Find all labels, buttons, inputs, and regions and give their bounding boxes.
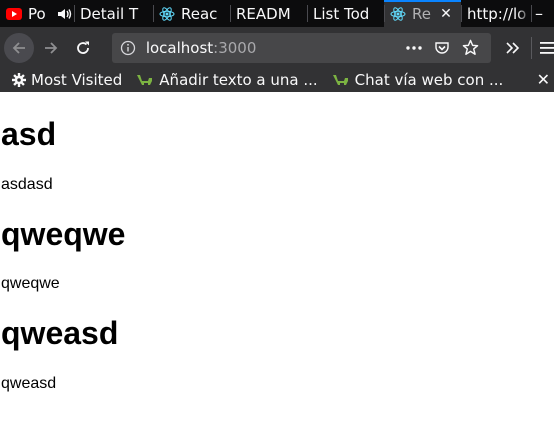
info-icon[interactable]: [120, 40, 136, 56]
react-icon: [390, 6, 406, 22]
url-host: localhost: [145, 38, 214, 57]
youtube-icon: [6, 6, 22, 22]
bookmark-most-visited[interactable]: Most Visited: [12, 71, 122, 89]
tab-label: Re: [412, 4, 431, 23]
tab-readme[interactable]: READM: [230, 0, 307, 27]
tab-react-active[interactable]: Re ✕: [384, 0, 461, 27]
url-bar[interactable]: localhost:3000: [111, 32, 491, 63]
speaker-icon[interactable]: [58, 8, 72, 20]
post-body: asdasd: [1, 176, 53, 193]
tab-youtube[interactable]: Po: [0, 0, 74, 27]
hamburger-menu-icon[interactable]: [540, 41, 554, 55]
url-port: :3000: [213, 38, 257, 57]
overflow-chevron-icon[interactable]: [505, 41, 521, 55]
tab-react[interactable]: Reac: [153, 0, 230, 27]
post-body: qweqwe: [1, 275, 60, 292]
bookmark-label: Añadir texto a una ...: [159, 71, 318, 89]
react-icon: [159, 6, 175, 22]
page-actions-icon[interactable]: [406, 45, 422, 50]
post-title: asd: [1, 116, 57, 152]
post-title: qweasd: [1, 315, 119, 351]
gear-icon: [12, 73, 26, 87]
navigation-toolbar: localhost:3000: [0, 27, 554, 68]
dino-icon: [136, 73, 154, 87]
bookmarks-toolbar: Most Visited Añadir texto a una ... Chat…: [0, 68, 554, 92]
post-title: qweqwe: [1, 216, 126, 252]
back-button[interactable]: [4, 32, 34, 63]
star-icon[interactable]: [462, 39, 479, 56]
chevron-more-icon[interactable]: ✕: [537, 70, 550, 89]
tab-strip: Po Detail T Reac READM List Tod Re ✕ htt…: [0, 0, 554, 27]
forward-button[interactable]: [36, 33, 66, 63]
tab-overflow[interactable]: –: [531, 0, 551, 27]
tab-http-localhost[interactable]: http://lo: [461, 0, 531, 27]
close-icon[interactable]: ✕: [437, 6, 455, 22]
bookmark-label: Most Visited: [31, 71, 123, 89]
arrow-right-icon: [44, 41, 58, 54]
bookmark-label: Chat vía web con ...: [354, 71, 504, 89]
arrow-left-icon: [12, 41, 25, 54]
new-tab-icon[interactable]: –: [535, 4, 543, 23]
post-body: qweasd: [1, 375, 57, 392]
bookmark-anadir-texto[interactable]: Añadir texto a una ...: [136, 71, 318, 89]
tab-detail[interactable]: Detail T: [74, 0, 153, 27]
pocket-icon[interactable]: [434, 40, 450, 56]
reload-icon: [76, 41, 89, 54]
bookmark-chat-via-web[interactable]: Chat vía web con ...: [332, 71, 504, 89]
reload-button[interactable]: [68, 33, 98, 63]
tab-list-todo[interactable]: List Tod: [307, 0, 384, 27]
tab-label: Po: [28, 4, 46, 23]
dino-icon: [332, 73, 350, 87]
